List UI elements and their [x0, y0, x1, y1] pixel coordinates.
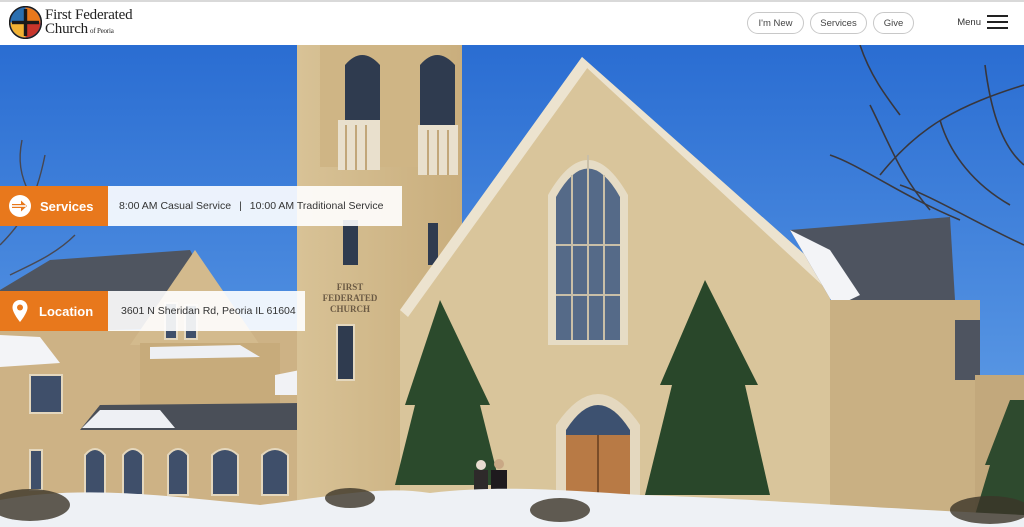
logo-subtitle: of Peoria	[89, 27, 114, 35]
hero-image: FIRST FEDERATED CHURCH	[0, 45, 1024, 527]
location-pin-icon	[12, 300, 28, 322]
tower-inscription-line2: FEDERATED	[323, 293, 378, 303]
location-address[interactable]: 3601 N Sheridan Rd, Peoria IL 61604	[108, 291, 305, 331]
logo-title-line2: Church	[45, 21, 88, 37]
services-bar: Services 8:00 AM Casual Service | 10:00 …	[0, 186, 402, 226]
church-logo-icon	[9, 6, 42, 39]
church-photo: FIRST FEDERATED CHURCH	[0, 45, 1024, 527]
services-label: Services	[40, 198, 94, 214]
menu-label: Menu	[957, 17, 981, 28]
hamburger-menu-icon	[987, 15, 1008, 30]
site-header: First Federated Church of Peoria I'm New …	[0, 2, 1024, 45]
services-times: 8:00 AM Casual Service | 10:00 AM Tradit…	[108, 186, 402, 226]
location-bar: Location 3601 N Sheridan Rd, Peoria IL 6…	[0, 291, 305, 331]
services-tab[interactable]: Services	[0, 186, 108, 226]
menu-button[interactable]: Menu	[957, 15, 1008, 30]
service-time-2: 10:00 AM Traditional Service	[249, 200, 384, 212]
site-logo[interactable]: First Federated Church of Peoria	[9, 6, 133, 39]
location-tab[interactable]: Location	[0, 291, 108, 331]
services-button[interactable]: Services	[810, 12, 867, 34]
location-label: Location	[39, 303, 94, 319]
service-time-1: 8:00 AM Casual Service	[119, 200, 232, 212]
tower-inscription-line1: FIRST	[337, 282, 364, 292]
services-arrows-icon	[9, 195, 31, 217]
service-separator: |	[239, 200, 242, 212]
im-new-button[interactable]: I'm New	[747, 12, 804, 34]
give-button[interactable]: Give	[873, 12, 914, 34]
tower-inscription-line3: CHURCH	[330, 304, 370, 314]
